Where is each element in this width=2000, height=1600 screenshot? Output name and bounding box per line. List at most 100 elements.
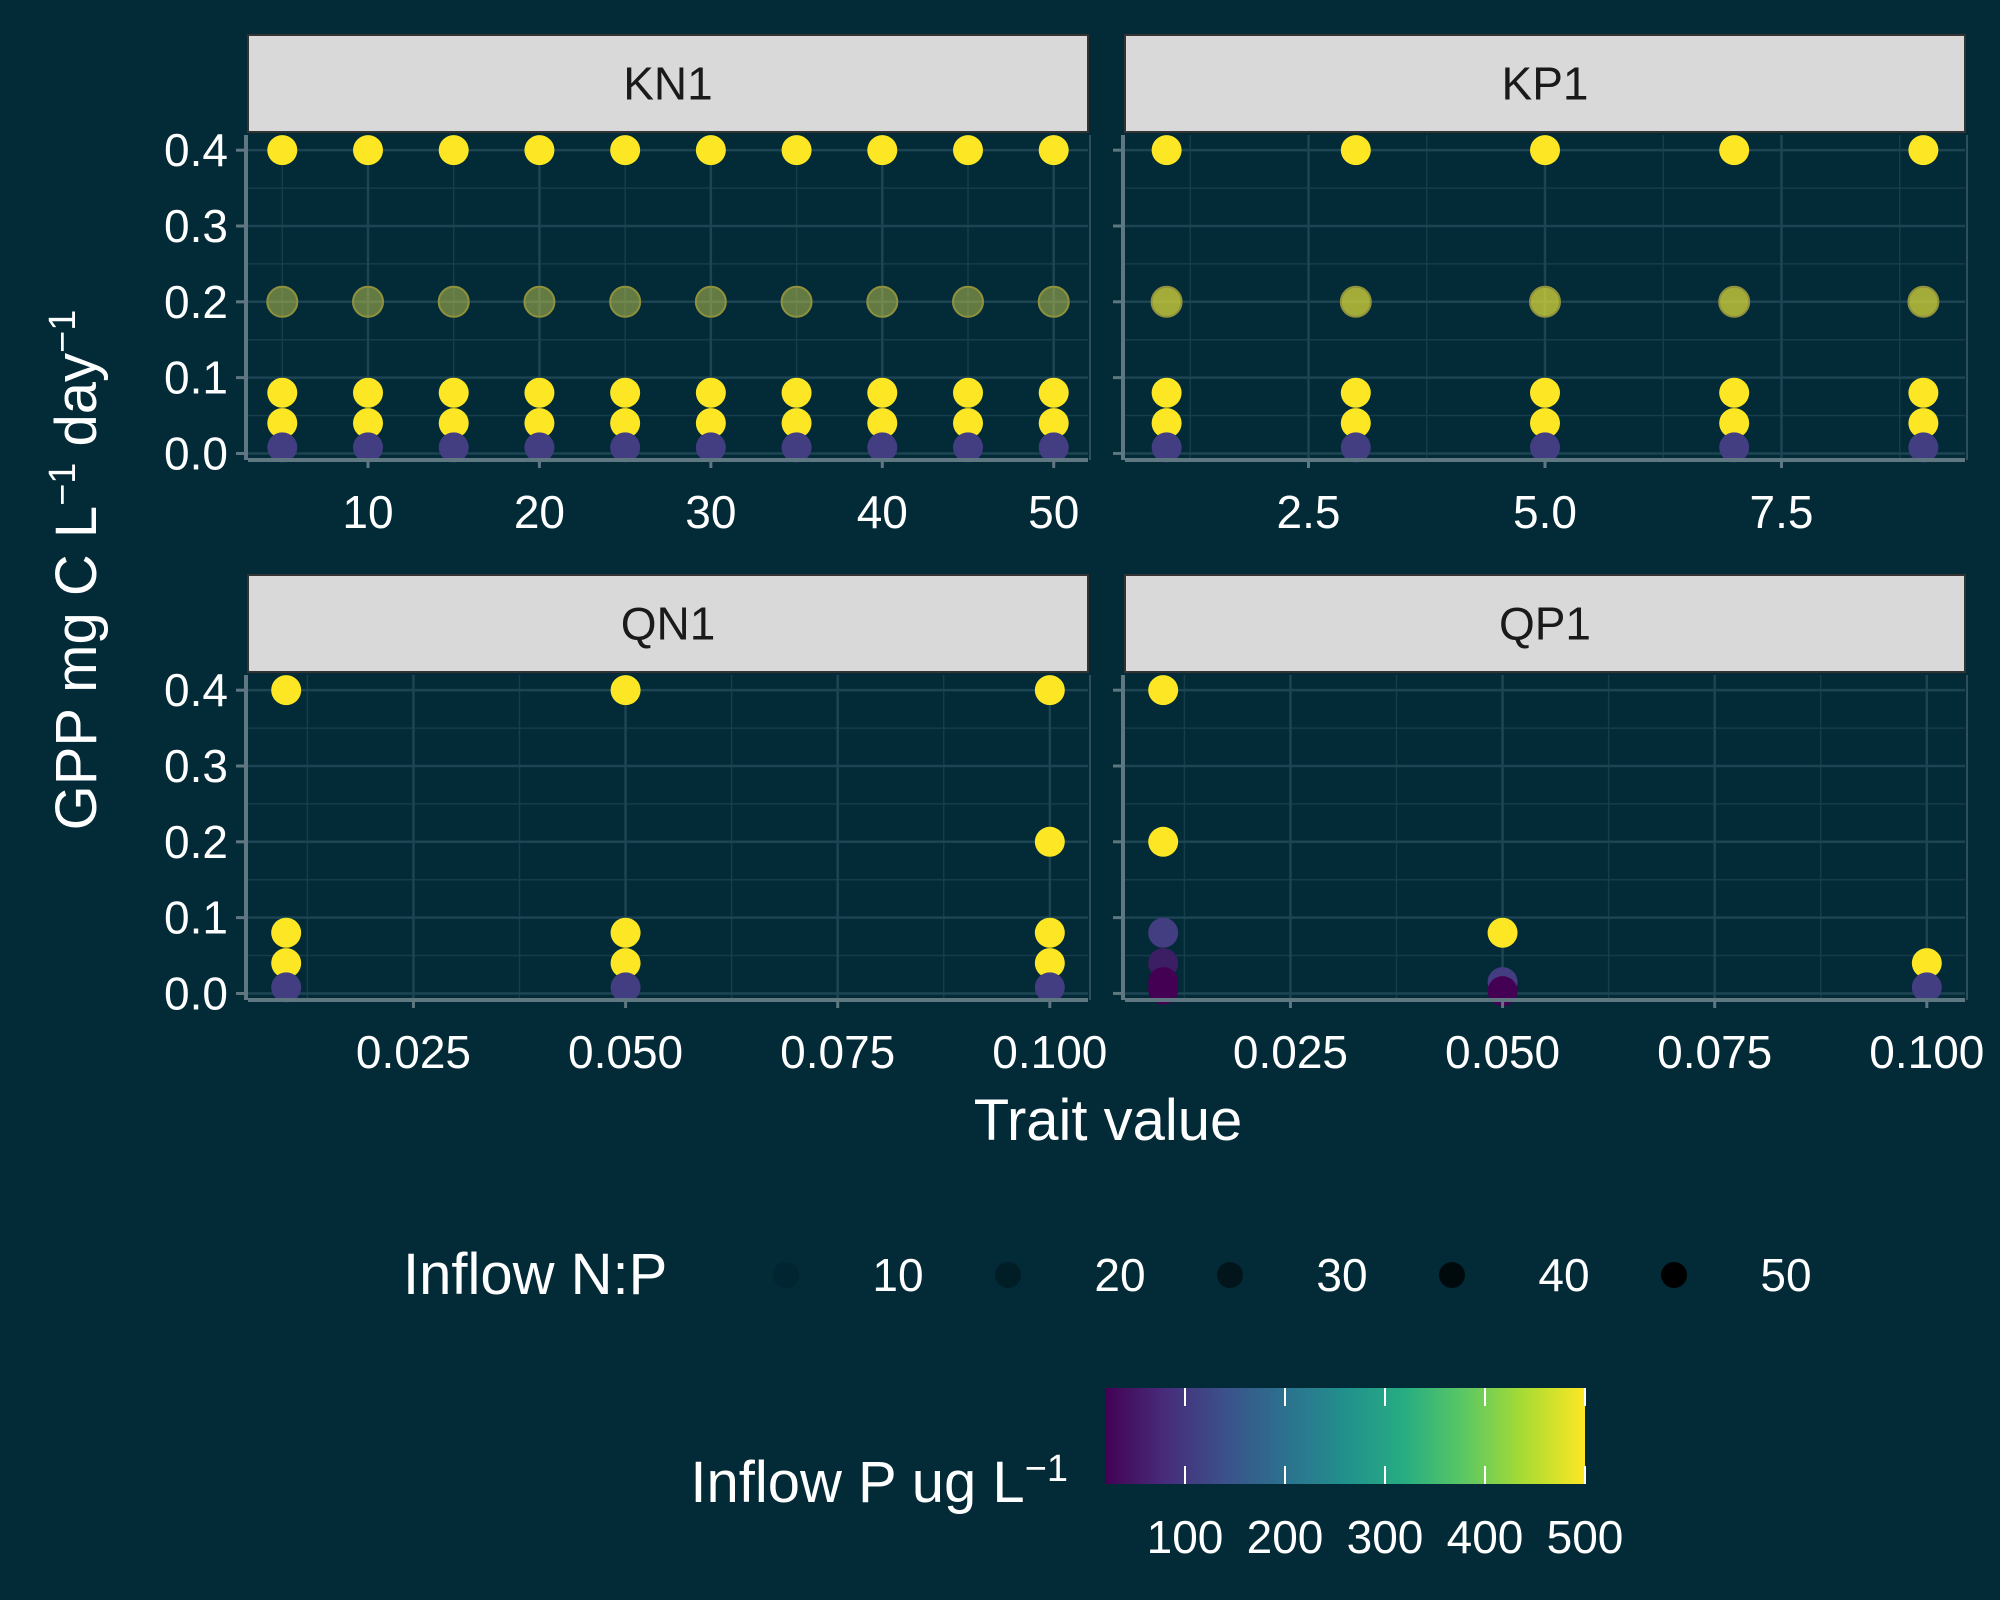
y-axis-title-sup-1: −1 <box>42 463 84 506</box>
data-point <box>1908 135 1939 166</box>
facet-strip-label: KP1 <box>1502 58 1589 110</box>
data-point <box>437 285 470 318</box>
data-point <box>1038 377 1069 408</box>
data-point <box>1340 432 1371 463</box>
data-point <box>1529 285 1561 318</box>
colorbar <box>1105 1388 1585 1484</box>
facet-strip-label: KN1 <box>623 58 712 110</box>
data-point <box>866 285 899 318</box>
facet-panels: KN1 10 20 30 40 50 0.0 0.1 0.2 0.3 0.4 KP1 2.5 5.0 7.5… <box>164 34 1984 1078</box>
y-tick-label: 0.2 <box>164 816 228 868</box>
panel-QP1: QP1 0.025 0.050 0.075 0.100 <box>1113 574 1984 1078</box>
data-point <box>610 972 641 1003</box>
data-point <box>867 432 898 463</box>
y-tick-label: 0.2 <box>164 276 228 328</box>
x-tick-label: 10 <box>342 486 393 538</box>
data-point <box>1148 826 1179 857</box>
x-tick-label: 7.5 <box>1750 486 1814 538</box>
color-legend-title-main: Inflow P ug L <box>690 1450 1024 1515</box>
data-point <box>524 377 555 408</box>
data-point <box>1034 675 1065 706</box>
data-point <box>353 135 383 166</box>
data-point <box>1034 826 1065 857</box>
x-tick-label: 20 <box>514 486 565 538</box>
x-tick-label: 2.5 <box>1277 486 1341 538</box>
x-tick-label: 40 <box>857 486 908 538</box>
x-tick-label: 0.050 <box>568 1026 683 1078</box>
y-axis-title: GPP mg C L−1 day−1 <box>42 310 109 831</box>
data-point <box>1151 377 1182 408</box>
x-tick-label: 5.0 <box>1513 486 1577 538</box>
size-legend: Inflow N:P 10 20 30 40 50 <box>403 1242 1812 1307</box>
size-legend-title: Inflow N:P <box>403 1242 667 1307</box>
data-point <box>524 432 555 463</box>
data-point <box>1719 135 1750 166</box>
data-point <box>952 285 984 318</box>
data-point <box>610 675 641 706</box>
color-legend: Inflow P ug L−1 100 200 300 400 500 <box>690 1388 1623 1563</box>
data-point <box>438 432 469 463</box>
data-point <box>353 432 383 463</box>
x-tick-label: 0.025 <box>1233 1026 1348 1078</box>
data-point <box>1340 135 1371 166</box>
size-legend-key <box>1439 1262 1465 1288</box>
y-axis-title-main: GPP mg C L <box>44 506 109 831</box>
data-point <box>695 135 726 166</box>
data-point <box>1151 432 1182 463</box>
data-point <box>1908 377 1939 408</box>
x-tick-label: 0.075 <box>1657 1026 1772 1078</box>
color-legend-title-sup: −1 <box>1025 1448 1068 1490</box>
facet-strip-label: QP1 <box>1499 598 1591 650</box>
data-point <box>266 285 299 318</box>
data-point <box>694 285 727 318</box>
size-legend-key <box>773 1262 799 1288</box>
y-tick-label: 0.4 <box>164 664 228 716</box>
x-tick-label: 50 <box>1028 486 1079 538</box>
colorbar-tick-label: 500 <box>1547 1511 1624 1563</box>
data-point <box>1719 432 1750 463</box>
y-tick-label: 0.3 <box>164 740 228 792</box>
x-tick-label: 30 <box>685 486 736 538</box>
data-point <box>267 432 298 463</box>
y-tick-label: 0.0 <box>164 427 228 479</box>
data-point <box>610 432 641 463</box>
data-point <box>1150 285 1183 318</box>
size-legend-label: 10 <box>872 1249 923 1301</box>
chart-root: KN1 10 20 30 40 50 0.0 0.1 0.2 0.3 0.4 KP1 2.5 5.0 7.5… <box>0 0 2000 1600</box>
data-point <box>609 285 642 318</box>
size-legend-label: 20 <box>1094 1249 1145 1301</box>
data-point <box>1530 135 1560 166</box>
size-legend-key <box>995 1262 1021 1288</box>
data-point <box>1148 917 1179 948</box>
y-tick-label: 0.4 <box>164 124 228 176</box>
data-point <box>1037 285 1070 318</box>
data-point <box>1034 917 1065 948</box>
data-point <box>1911 972 1942 1003</box>
panel-KN1: KN1 10 20 30 40 50 0.0 0.1 0.2 0.3 0.4 <box>164 34 1091 538</box>
data-point <box>271 972 302 1003</box>
data-point <box>867 135 898 166</box>
data-point <box>1148 675 1179 706</box>
panel-KP1: KP1 2.5 5.0 7.5 <box>1113 34 1968 538</box>
data-point <box>1719 377 1750 408</box>
data-point <box>953 432 983 463</box>
x-axis-title: Trait value <box>974 1088 1243 1153</box>
data-point <box>781 135 812 166</box>
y-tick-label: 0.1 <box>164 892 228 944</box>
y-tick-label: 0.1 <box>164 352 228 404</box>
data-point <box>1718 285 1751 318</box>
data-point <box>271 917 302 948</box>
data-point <box>781 377 812 408</box>
data-point <box>271 675 302 706</box>
facet-strip-label: QN1 <box>621 598 716 650</box>
colorbar-tick-label: 300 <box>1347 1511 1424 1563</box>
panel-QN1: QN1 0.025 0.050 0.075 0.100 0.0 0.1 0.2 0.3 0.4 <box>164 574 1107 1078</box>
x-tick-label: 0.025 <box>356 1026 471 1078</box>
y-axis-title-sup-2: −1 <box>42 310 84 353</box>
data-point <box>267 377 298 408</box>
data-point <box>781 432 812 463</box>
x-tick-label: 0.100 <box>992 1026 1107 1078</box>
data-point <box>352 285 384 318</box>
data-point <box>953 135 983 166</box>
data-point <box>1530 377 1560 408</box>
